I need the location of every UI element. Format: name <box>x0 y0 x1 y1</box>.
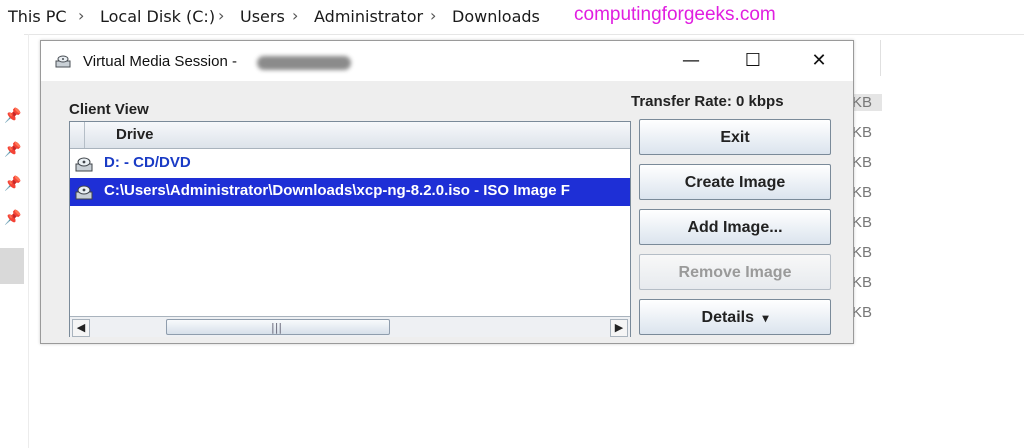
explorer-address-bar: This PC › Local Disk (C:) › Users › Admi… <box>0 0 1024 35</box>
file-size-cell: KB <box>852 94 883 111</box>
virtual-media-dialog: Virtual Media Session - — ☐ ✕ Client Vie… <box>40 40 854 344</box>
drive-icon <box>75 157 93 172</box>
drive-header-label: Drive <box>116 126 154 143</box>
file-size-cell: KB <box>852 214 873 231</box>
drive-icon <box>75 185 93 200</box>
navigation-selected-item[interactable] <box>0 248 24 284</box>
horizontal-scrollbar[interactable]: ◀ ||| ▶ <box>70 316 630 337</box>
scroll-right-arrow-icon[interactable]: ▶ <box>610 319 628 337</box>
dialog-title: Virtual Media Session - <box>83 53 237 70</box>
navigation-pane: 📌 📌 📌 📌 <box>0 34 24 448</box>
create-image-button[interactable]: Create Image <box>639 164 831 200</box>
drive-icon <box>55 55 71 68</box>
close-button[interactable]: ✕ <box>797 45 841 77</box>
pin-icon[interactable]: 📌 <box>4 142 21 158</box>
pin-icon[interactable]: 📌 <box>4 210 21 226</box>
dialog-titlebar[interactable]: Virtual Media Session - — ☐ ✕ <box>41 41 853 81</box>
drive-column-header[interactable]: Drive <box>70 122 630 149</box>
breadcrumb-separator-icon[interactable]: › <box>430 6 436 25</box>
watermark-text: computingforgeeks.com <box>574 4 776 25</box>
drive-row-iso-image[interactable]: C:\Users\Administrator\Downloads\xcp-ng-… <box>70 178 630 206</box>
scrollbar-thumb[interactable]: ||| <box>166 319 390 335</box>
column-divider <box>880 40 881 76</box>
pin-icon[interactable]: 📌 <box>4 176 21 192</box>
pane-divider <box>28 34 29 448</box>
add-image-button[interactable]: Add Image... <box>639 209 831 245</box>
scroll-left-arrow-icon[interactable]: ◀ <box>72 319 90 337</box>
file-size-cell: KB <box>852 184 873 201</box>
minimize-button[interactable]: — <box>669 45 713 77</box>
breadcrumb-separator-icon[interactable]: › <box>292 6 298 25</box>
pin-icon[interactable]: 📌 <box>4 108 21 124</box>
header-spacer <box>70 122 85 148</box>
file-size-cell: KB <box>852 124 873 141</box>
details-label: Details <box>701 309 754 326</box>
breadcrumb-administrator[interactable]: Administrator <box>314 7 423 26</box>
breadcrumb-local-disk[interactable]: Local Disk (C:) <box>100 7 215 26</box>
details-button[interactable]: Details ▾ <box>639 299 831 335</box>
file-size-cell: KB <box>852 274 873 291</box>
chevron-down-icon: ▾ <box>762 311 769 325</box>
breadcrumb-separator-icon[interactable]: › <box>78 6 84 25</box>
drive-row-cd-dvd[interactable]: D: - CD/DVD <box>70 150 630 178</box>
drive-label: D: - CD/DVD <box>104 154 191 171</box>
breadcrumb-downloads[interactable]: Downloads <box>452 7 540 26</box>
remove-image-button[interactable]: Remove Image <box>639 254 831 290</box>
breadcrumb-users[interactable]: Users <box>240 7 285 26</box>
client-view-label: Client View <box>69 101 149 118</box>
file-size-cell: KB <box>852 244 873 261</box>
scrollbar-grip-icon: ||| <box>271 321 283 334</box>
breadcrumb-this-pc[interactable]: This PC <box>8 7 67 26</box>
drive-list[interactable]: Drive D: - CD/DVD C:\Users\Administrator… <box>69 121 631 337</box>
transfer-rate: Transfer Rate: 0 kbps <box>631 93 784 110</box>
drive-label: C:\Users\Administrator\Downloads\xcp-ng-… <box>104 182 570 199</box>
exit-button[interactable]: Exit <box>639 119 831 155</box>
file-size-cell: KB <box>852 304 873 321</box>
breadcrumb-separator-icon[interactable]: › <box>218 6 224 25</box>
maximize-button[interactable]: ☐ <box>731 45 775 77</box>
file-size-cell: KB <box>852 154 873 171</box>
redacted-hostname <box>257 56 351 70</box>
